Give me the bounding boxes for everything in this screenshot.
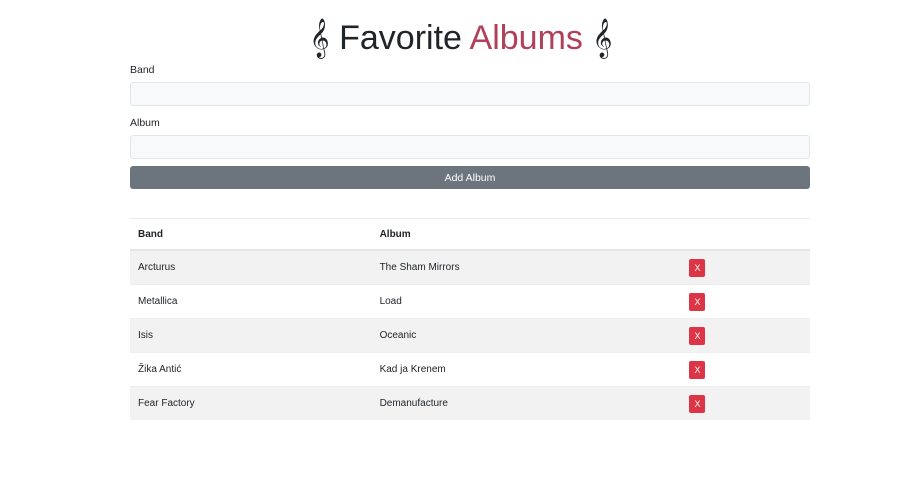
table-row: Metallica Load X (130, 284, 810, 319)
title-accent: Albums (469, 19, 583, 57)
band-cell: Metallica (130, 284, 372, 319)
delete-button[interactable]: X (689, 394, 706, 413)
treble-clef-icon: 𝄞 (309, 18, 330, 58)
album-label: Album (130, 117, 160, 129)
table-header: Band Album (130, 219, 810, 251)
band-cell: Isis (130, 318, 372, 353)
album-cell: Load (371, 284, 690, 319)
band-field-group: Band (130, 62, 810, 106)
album-cell: Oceanic (371, 318, 690, 353)
table-body: Arcturus The Sham Mirrors X Metallica Lo… (130, 249, 810, 420)
table-row: Isis Oceanic X (130, 318, 810, 353)
album-field-group: Album (130, 115, 810, 159)
treble-clef-icon: 𝄞 (592, 18, 613, 58)
album-cell: The Sham Mirrors (371, 249, 690, 285)
action-cell: X (689, 318, 810, 353)
delete-button[interactable]: X (689, 326, 706, 345)
band-column-header: Band (130, 219, 372, 251)
action-cell: X (689, 249, 810, 285)
action-cell: X (689, 386, 810, 420)
band-input[interactable] (130, 82, 810, 106)
table-row: Fear Factory Demanufacture X (130, 386, 810, 420)
table-row: Arcturus The Sham Mirrors X (130, 249, 810, 285)
band-cell: Fear Factory (130, 386, 372, 420)
delete-button[interactable]: X (689, 292, 706, 311)
action-column-header (689, 219, 810, 251)
album-column-header: Album (371, 219, 690, 251)
album-cell: Kad ja Krenem (371, 352, 690, 387)
album-input[interactable] (130, 135, 810, 159)
title-main: Favorite (339, 19, 462, 57)
band-cell: Arcturus (130, 249, 372, 285)
album-cell: Demanufacture (371, 386, 690, 420)
action-cell: X (689, 284, 810, 319)
table-row: Žika Antić Kad ja Krenem X (130, 352, 810, 387)
band-label: Band (130, 64, 155, 76)
header-row: Band Album (130, 219, 810, 251)
action-cell: X (689, 352, 810, 387)
page: 𝄞 Favorite Albums 𝄞 Band Album Add Album… (0, 0, 922, 495)
delete-button[interactable]: X (689, 258, 706, 277)
albums-table-container: Band Album Arcturus The Sham Mirrors X M… (130, 218, 810, 420)
page-title: 𝄞 Favorite Albums 𝄞 (0, 14, 922, 62)
delete-button[interactable]: X (689, 360, 706, 379)
add-album-button[interactable]: Add Album (130, 166, 810, 189)
band-cell: Žika Antić (130, 352, 372, 387)
albums-table: Band Album Arcturus The Sham Mirrors X M… (130, 219, 810, 420)
